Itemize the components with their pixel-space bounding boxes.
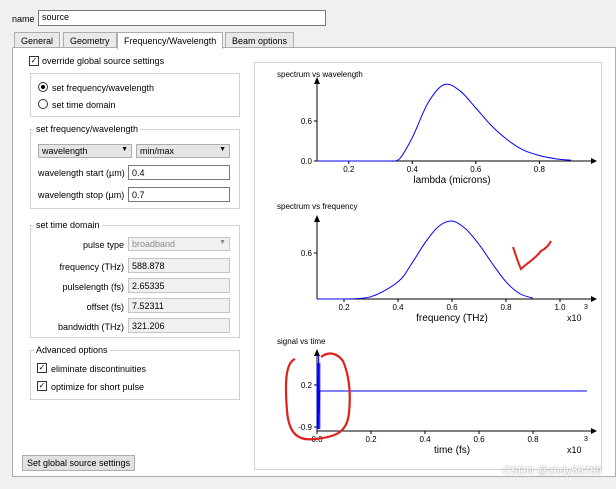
y-axis-arrow: [314, 215, 320, 222]
bandwidth-label: bandwidth (THz): [57, 322, 124, 332]
wavelength-stop-input[interactable]: 0.7: [128, 187, 230, 202]
tab-frequency-wavelength[interactable]: Frequency/Wavelength: [117, 32, 224, 49]
y-tick-label: 0.6: [301, 117, 313, 126]
wavelength-start-input[interactable]: 0.4: [128, 165, 230, 180]
advanced-group-title: Advanced options: [34, 345, 110, 355]
x-axis-label: frequency (THz): [416, 313, 488, 324]
x-tick-label: 0.6: [473, 435, 485, 444]
override-label: override global source settings: [42, 56, 165, 66]
chevron-down-icon: ▼: [219, 146, 226, 153]
x-tick-label: 0.4: [392, 303, 404, 312]
y-tick-label: 0.6: [301, 249, 313, 258]
x-tick-label: 0.2: [338, 303, 350, 312]
watermark: CSDN @zhdy56789: [502, 465, 602, 477]
optimize-short-pulse-checkbox[interactable]: ✓: [37, 381, 47, 391]
set-time-domain-label: set time domain: [52, 100, 116, 110]
x-axis-arrow: [591, 158, 597, 164]
tab-beam-options[interactable]: Beam options: [225, 32, 295, 48]
wavelength-type-value: wavelength: [42, 146, 88, 156]
x-tick-label: 0.4: [419, 435, 431, 444]
pulselength-field: 2.65335: [128, 278, 230, 293]
x-tick-label: 0.8: [500, 303, 512, 312]
chart-title: spectrum vs frequency: [277, 202, 357, 211]
x-multiplier: x10: [567, 313, 582, 323]
frequency-label: frequency (THz): [59, 262, 124, 272]
range-type-value: min/max: [140, 146, 175, 156]
series-line: [343, 220, 534, 300]
x-tick-label: 0.6: [446, 303, 458, 312]
chart-title: signal vs time: [277, 337, 326, 346]
frequency-group-title: set frequency/wavelength: [34, 124, 141, 134]
time-domain-group-title: set time domain: [34, 220, 102, 230]
plot-panel: spectrum vs wavelength 0.2 0.4 0.6 0.8 0.0 0.6…: [254, 62, 602, 470]
set-frequency-label: set frequency/wavelength: [52, 83, 155, 93]
wavelength-type-select[interactable]: wavelength ▼: [38, 144, 132, 158]
pulselength-label: pulselength (fs): [62, 282, 124, 292]
chevron-down-icon: ▼: [121, 146, 128, 153]
optimize-short-pulse-label: optimize for short pulse: [51, 382, 145, 392]
x-multiplier-exponent: 3: [584, 304, 588, 311]
tab-geometry[interactable]: Geometry: [63, 32, 117, 48]
x-tick-label: 1.0: [554, 303, 566, 312]
override-checkbox[interactable]: ✓: [29, 56, 39, 66]
name-label: name: [12, 14, 35, 24]
x-axis-label: lambda (microns): [413, 175, 490, 186]
advanced-group: [30, 350, 240, 400]
range-type-select[interactable]: min/max ▼: [136, 144, 230, 158]
wavelength-start-label: wavelength start (µm): [38, 168, 125, 178]
pulse-type-select[interactable]: broadband ▼: [128, 237, 230, 251]
x-axis-arrow: [591, 428, 597, 434]
x-tick-label: 0.2: [365, 435, 377, 444]
plots-canvas: spectrum vs wavelength 0.2 0.4 0.6 0.8 0.0 0.6…: [277, 70, 597, 456]
set-time-domain-radio[interactable]: [38, 99, 48, 109]
x-axis-arrow: [591, 296, 597, 302]
x-tick-label: 0.6: [470, 165, 482, 174]
bandwidth-field: 321.206: [128, 318, 230, 333]
series-line: [389, 83, 572, 162]
y-axis-arrow: [314, 349, 320, 356]
offset-field: 7.52311: [128, 298, 230, 313]
x-multiplier: x10: [567, 445, 582, 455]
red-check-annotation: [512, 240, 552, 271]
x-tick-label: 0.8: [534, 165, 546, 174]
series-line: [316, 354, 587, 428]
tab-general[interactable]: General: [14, 32, 61, 48]
y-tick-label: 0.0: [301, 157, 313, 166]
chevron-down-icon: ▼: [219, 239, 226, 246]
y-tick-label: 0.2: [301, 381, 313, 390]
pulse-type-value: broadband: [132, 239, 176, 249]
wavelength-stop-label: wavelength stop (µm): [38, 190, 125, 200]
chart-title: spectrum vs wavelength: [277, 70, 363, 79]
x-multiplier-exponent: 3: [584, 436, 588, 443]
set-global-source-settings-button[interactable]: Set global source settings: [22, 455, 136, 471]
x-axis-label: time (fs): [434, 445, 470, 456]
eliminate-discontinuities-label: eliminate discontinuities: [51, 364, 147, 374]
frequency-field: 588.878: [128, 258, 230, 273]
x-tick-label: 0.8: [527, 435, 539, 444]
x-tick-label: 0.2: [343, 165, 355, 174]
eliminate-discontinuities-checkbox[interactable]: ✓: [37, 363, 47, 373]
name-input[interactable]: source: [38, 10, 326, 26]
y-tick-label: -0.9: [298, 423, 312, 432]
pulse-type-label: pulse type: [82, 240, 124, 250]
mode-group: [30, 73, 240, 117]
x-tick-label: 0.4: [407, 165, 419, 174]
set-frequency-radio[interactable]: [38, 82, 48, 92]
offset-label: offset (fs): [86, 302, 124, 312]
